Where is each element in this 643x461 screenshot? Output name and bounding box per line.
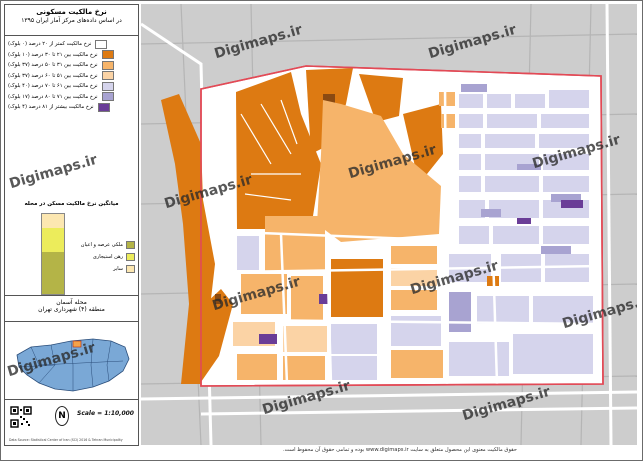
legend-label: نرخ مالکیت بین ۳۱ تا ۵۰ درصد (۳۷ بلوک) <box>8 62 98 69</box>
neighborhood-name: محله آسمان <box>56 299 87 306</box>
legend-item: نرخ مالکیت بیشتر از ۸۱ درصد (۴ بلوک) <box>8 102 135 113</box>
map-title: نرخ مالکیت مسکونی <box>36 8 107 16</box>
bar-legend-swatch <box>126 253 135 261</box>
bar-legend-item: سایر <box>69 263 135 275</box>
bar-chart-title: میانگین نرخ مالکیت مسکن در محله <box>24 201 119 207</box>
bar-legend-label: رهن استیجاری <box>92 254 123 260</box>
bar-legend: ملکی عرصه و اعیان رهن استیجاری سایر <box>69 239 135 275</box>
north-arrow-icon: N <box>55 406 69 426</box>
data-source-note: Data Source: Statistical Center of Iran … <box>9 438 123 442</box>
bar-legend-swatch <box>126 265 135 273</box>
bar-segment <box>42 251 64 294</box>
legend-label: نرخ مالکیت بین ۲۱ تا ۳۰ درصد (۱۰ بلوک) <box>8 51 98 58</box>
legend-label: نرخ مالکیت کمتر از ۲۰ درصد (۰ بلوک) <box>8 41 92 48</box>
legend-item: نرخ مالکیت کمتر از ۲۰ درصد (۰ بلوک) <box>8 39 135 50</box>
legend-swatch <box>101 60 114 70</box>
map-svg <box>141 4 637 445</box>
legend-swatch <box>101 71 114 81</box>
stacked-bar <box>41 213 65 295</box>
bar-legend-item: ملکی عرصه و اعیان <box>69 239 135 251</box>
legend-swatch <box>97 102 110 112</box>
location-box: محله آسمان منطقه (۴) شهرداری تهران <box>5 295 138 322</box>
legend-panel: نرخ مالکیت مسکونی در اساس داده‌های مرکز … <box>4 4 139 446</box>
legend: نرخ مالکیت کمتر از ۲۰ درصد (۰ بلوک) نرخ م… <box>8 39 135 113</box>
legend-swatch <box>95 39 108 49</box>
legend-label: نرخ مالکیت بین ۵۱ تا ۶۰ درصد (۳۷ بلوک) <box>8 72 98 79</box>
legend-label: نرخ مالکیت بین ۶۱ تا ۷۰ درصد (۴۰ بلوک) <box>8 83 98 90</box>
district-name: منطقه (۴) شهرداری تهران <box>38 306 105 313</box>
bar-legend-label: سایر <box>113 266 123 272</box>
legend-swatch <box>101 92 114 102</box>
legend-item: نرخ مالکیت بین ۲۱ تا ۳۰ درصد (۱۰ بلوک) <box>8 50 135 61</box>
bar-legend-label: ملکی عرصه و اعیان <box>80 242 123 248</box>
bar-segment <box>42 214 64 228</box>
legend-item: نرخ مالکیت بین ۷۱ تا ۸۰ درصد (۱۷ بلوک) <box>8 92 135 103</box>
legend-swatch <box>101 50 114 60</box>
legend-label: نرخ مالکیت بین ۷۱ تا ۸۰ درصد (۱۷ بلوک) <box>8 93 98 100</box>
scale-label: Scale = 1:10,000 <box>77 410 134 417</box>
footer-box: N Scale = 1:10,000 Data Source: Statisti… <box>5 399 138 446</box>
copyright-notice: حقوق مالکیت معنوی این محصول متعلق به سای… <box>283 447 517 453</box>
title-box: نرخ مالکیت مسکونی در اساس داده‌های مرکز … <box>5 5 138 36</box>
legend-item: نرخ مالکیت بین ۶۱ تا ۷۰ درصد (۴۰ بلوک) <box>8 81 135 92</box>
legend-item: نرخ مالکیت بین ۵۱ تا ۶۰ درصد (۳۷ بلوک) <box>8 71 135 82</box>
bar-segment <box>42 227 64 252</box>
legend-item: نرخ مالکیت بین ۳۱ تا ۵۰ درصد (۳۷ بلوک) <box>8 60 135 71</box>
qr-code-icon <box>10 406 32 428</box>
map-canvas[interactable]: Digimaps.ir Digimaps.ir Digimaps.ir Digi… <box>141 4 637 445</box>
bar-legend-item: رهن استیجاری <box>69 251 135 263</box>
legend-swatch <box>101 81 114 91</box>
bar-legend-swatch <box>126 241 135 249</box>
legend-label: نرخ مالکیت بیشتر از ۸۱ درصد (۴ بلوک) <box>8 104 94 111</box>
map-subtitle: در اساس داده‌های مرکز آمار ایران ۱۳۹۵ <box>21 17 122 24</box>
